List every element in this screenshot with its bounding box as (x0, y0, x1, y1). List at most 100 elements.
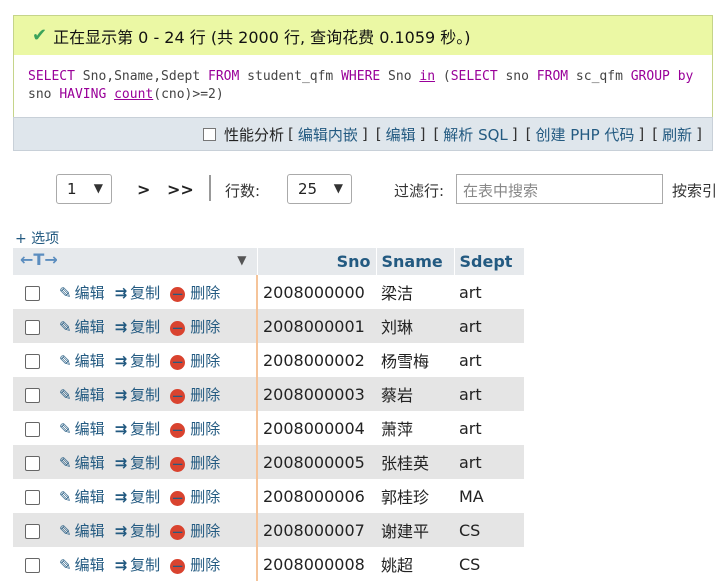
row-edit-link[interactable]: 编辑 (75, 284, 105, 302)
cell-sdept[interactable]: art (454, 411, 524, 445)
cell-sno[interactable]: 2008000004 (256, 411, 376, 445)
cell-sname[interactable]: 杨雪梅 (376, 343, 454, 377)
cell-sname[interactable]: 张桂英 (376, 445, 454, 479)
copy-icon: ⇉ (114, 283, 128, 302)
cell-sdept[interactable]: art (454, 377, 524, 411)
cell-sname[interactable]: 姚超 (376, 547, 454, 581)
refresh-link[interactable]: 刷新 (662, 124, 692, 145)
query-actions-bar: 性能分析 [编辑内嵌] [编辑] [解析 SQL] [创建 PHP 代码] [刷… (13, 117, 713, 151)
cell-sname[interactable]: 蔡岩 (376, 377, 454, 411)
cell-sdept[interactable]: art (454, 343, 524, 377)
row-delete-link[interactable]: 删除 (190, 386, 220, 404)
cell-sno[interactable]: 2008000001 (256, 309, 376, 343)
row-edit-link[interactable]: 编辑 (75, 488, 105, 506)
cell-sname[interactable]: 刘琳 (376, 309, 454, 343)
cell-sno[interactable]: 2008000005 (256, 445, 376, 479)
row-copy-link[interactable]: 复制 (130, 556, 160, 574)
pencil-icon: ✎ (59, 283, 72, 302)
cell-sdept[interactable]: MA (454, 479, 524, 513)
pencil-icon: ✎ (59, 487, 72, 506)
last-page-button[interactable]: >> (167, 180, 194, 199)
cell-sdept[interactable]: art (454, 275, 524, 309)
sort-dropdown-icon[interactable]: ▼ (237, 253, 246, 267)
row-checkbox[interactable] (24, 455, 40, 471)
page-select[interactable]: 1 ▼ (56, 174, 112, 204)
search-by-key-label: 按索引 (672, 182, 718, 200)
options-toggle[interactable]: + 选项 (15, 228, 59, 248)
column-header-sno[interactable]: Sno (257, 248, 377, 275)
row-edit-link[interactable]: 编辑 (75, 352, 105, 370)
filter-label: 过滤行: (394, 182, 445, 200)
row-copy-link[interactable]: 复制 (130, 386, 160, 404)
row-checkbox[interactable] (24, 387, 40, 403)
row-edit-link[interactable]: 编辑 (75, 556, 105, 574)
cell-sname[interactable]: 谢建平 (376, 513, 454, 547)
table-row: ✎ 编辑 ⇉ 复制 − 删除 2008000004 萧萍 art (13, 411, 524, 445)
row-edit-link[interactable]: 编辑 (75, 522, 105, 540)
row-copy-link[interactable]: 复制 (130, 284, 160, 302)
column-header-sname[interactable]: Sname (376, 248, 455, 275)
cell-sno[interactable]: 2008000003 (256, 377, 376, 411)
column-move-icon[interactable]: ←T→ (20, 250, 58, 269)
delete-icon: − (170, 556, 186, 575)
cell-sname[interactable]: 梁洁 (376, 275, 454, 309)
create-php-link[interactable]: 创建 PHP 代码 (535, 124, 634, 145)
delete-icon: − (170, 284, 186, 303)
row-checkbox[interactable] (24, 489, 40, 505)
cell-sno[interactable]: 2008000000 (256, 275, 376, 309)
delete-icon: − (170, 454, 186, 473)
cell-sname[interactable]: 萧萍 (376, 411, 454, 445)
row-checkbox[interactable] (24, 557, 40, 573)
row-checkbox[interactable] (24, 421, 40, 437)
row-copy-link[interactable]: 复制 (130, 488, 160, 506)
row-checkbox[interactable] (24, 523, 40, 539)
success-message: ✔ 正在显示第 0 - 24 行 (共 2000 行, 查询花费 0.1059 … (13, 15, 713, 55)
row-edit-link[interactable]: 编辑 (75, 318, 105, 336)
delete-icon: − (170, 420, 186, 439)
row-copy-link[interactable]: 复制 (130, 318, 160, 336)
next-page-button[interactable]: > (137, 180, 150, 199)
cell-sno[interactable]: 2008000002 (256, 343, 376, 377)
pencil-icon: ✎ (59, 351, 72, 370)
edit-query-link[interactable]: 编辑 (386, 124, 416, 145)
row-delete-link[interactable]: 删除 (190, 284, 220, 302)
cell-sno[interactable]: 2008000007 (256, 513, 376, 547)
row-checkbox[interactable] (24, 285, 40, 301)
table-row: ✎ 编辑 ⇉ 复制 − 删除 2008000008 姚超 CS (13, 547, 524, 581)
row-edit-link[interactable]: 编辑 (75, 420, 105, 438)
row-actions: ✎ 编辑 ⇉ 复制 − 删除 (51, 309, 257, 343)
row-checkbox[interactable] (24, 319, 40, 335)
cell-sdept[interactable]: art (454, 445, 524, 479)
cell-sno[interactable]: 2008000006 (256, 479, 376, 513)
cell-sdept[interactable]: art (454, 309, 524, 343)
row-copy-link[interactable]: 复制 (130, 454, 160, 472)
row-delete-link[interactable]: 删除 (190, 556, 220, 574)
row-checkbox[interactable] (24, 353, 40, 369)
divider (209, 175, 211, 201)
row-delete-link[interactable]: 删除 (190, 352, 220, 370)
row-copy-link[interactable]: 复制 (130, 522, 160, 540)
row-delete-link[interactable]: 删除 (190, 522, 220, 540)
row-actions: ✎ 编辑 ⇉ 复制 − 删除 (51, 513, 257, 547)
pencil-icon: ✎ (59, 385, 72, 404)
rows-per-page-select[interactable]: 25 ▼ (287, 174, 352, 204)
row-copy-link[interactable]: 复制 (130, 420, 160, 438)
inline-edit-link[interactable]: 编辑内嵌 (298, 124, 358, 145)
row-delete-link[interactable]: 删除 (190, 420, 220, 438)
row-delete-link[interactable]: 删除 (190, 488, 220, 506)
row-actions: ✎ 编辑 ⇉ 复制 − 删除 (51, 411, 257, 445)
cell-sdept[interactable]: CS (454, 547, 524, 581)
cell-sno[interactable]: 2008000008 (256, 547, 376, 581)
cell-sdept[interactable]: CS (454, 513, 524, 547)
row-delete-link[interactable]: 删除 (190, 318, 220, 336)
filter-search-input[interactable]: 在表中搜索 (456, 174, 663, 204)
row-delete-link[interactable]: 删除 (190, 454, 220, 472)
row-copy-link[interactable]: 复制 (130, 352, 160, 370)
row-select-cell (13, 547, 51, 581)
column-header-sdept[interactable]: Sdept (454, 248, 525, 275)
row-edit-link[interactable]: 编辑 (75, 454, 105, 472)
profiling-checkbox[interactable] (202, 127, 216, 141)
row-edit-link[interactable]: 编辑 (75, 386, 105, 404)
explain-sql-link[interactable]: 解析 SQL (443, 124, 507, 145)
cell-sname[interactable]: 郭桂珍 (376, 479, 454, 513)
